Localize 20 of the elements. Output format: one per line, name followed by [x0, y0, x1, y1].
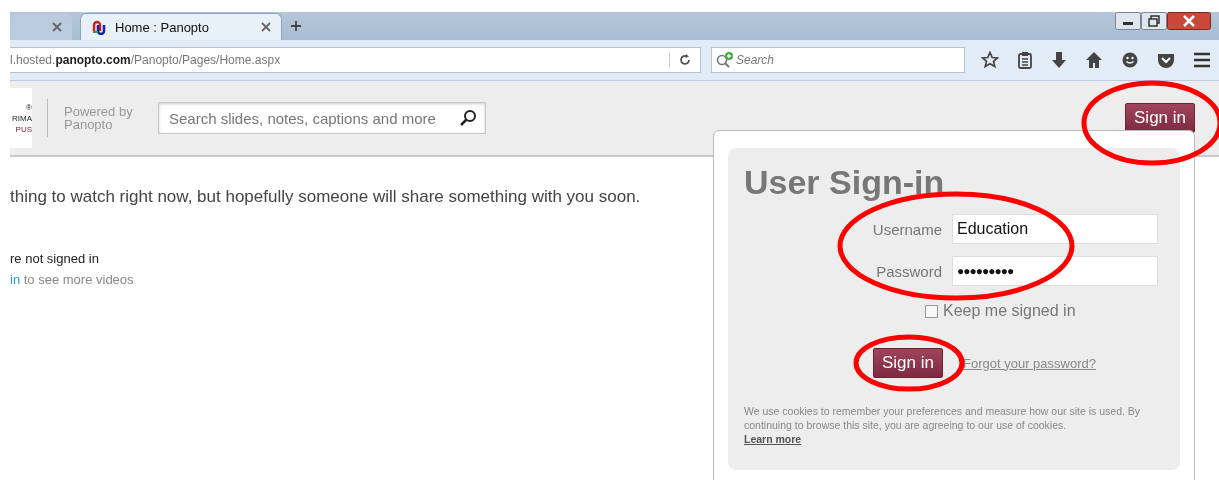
learn-more-link[interactable]: Learn more	[744, 433, 802, 445]
field-label: Username	[872, 220, 942, 238]
search-field[interactable]: Search slides, notes, captions and more	[158, 102, 486, 134]
sign-in-button[interactable]: Sign in	[873, 348, 943, 378]
search-field[interactable]: Search	[711, 47, 965, 73]
url-text: l.hosted.panopto.com/Panopto/Pages/Home.aspx	[10, 53, 282, 67]
field-label: Password	[876, 262, 942, 280]
cookie-notice: We use cookies to remember your preferences and measure how our site is used. By continuing to browse this site, you are agreeing to our use of cookies. Learn more	[744, 404, 1142, 446]
logo[interactable]: ® RIMA PUS	[10, 88, 32, 148]
input-field[interactable]: ●●●●●●●●●	[952, 256, 1158, 286]
hint-text: to see more videos	[22, 272, 134, 287]
not-signed-in-text: re not signed in	[10, 251, 100, 266]
browser-tab[interactable]: Home : Panopto	[80, 13, 282, 40]
checkbox-label: Keep me signed in	[943, 302, 1076, 320]
address-field[interactable]: l.hosted.panopto.com/Panopto/Pages/Home.aspx	[10, 47, 701, 73]
empty-message: thing to watch right now, but hopefully someone will share something with you soon.	[10, 187, 641, 207]
panel-title: User Sign-in	[744, 162, 946, 202]
input-field[interactable]: Education	[952, 214, 1158, 244]
powered-by-text: Powered by Panopto	[64, 105, 134, 131]
sign-in-button[interactable]: Sign in	[1125, 103, 1195, 133]
